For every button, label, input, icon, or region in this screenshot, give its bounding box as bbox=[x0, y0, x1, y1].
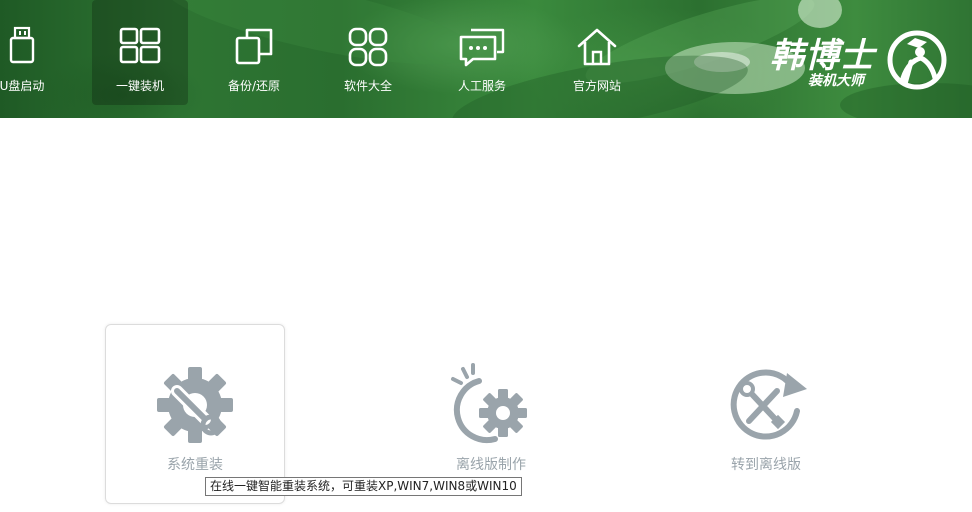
card-label: 离线版制作 bbox=[456, 457, 526, 473]
nav-software[interactable]: 软件大全 bbox=[320, 0, 416, 105]
home-icon bbox=[577, 28, 617, 66]
card-switch-offline[interactable]: 转到离线版 bbox=[676, 324, 856, 504]
apps-grid-icon bbox=[348, 27, 388, 67]
copy-icon bbox=[235, 28, 273, 65]
nav-label: 软件大全 bbox=[343, 79, 392, 93]
nav-official-site[interactable]: 官方网站 bbox=[549, 0, 645, 105]
card-label: 转到离线版 bbox=[731, 457, 801, 473]
nav-usb-boot[interactable]: U盘启动 bbox=[0, 0, 70, 105]
top-banner: U盘启动 一键装机 备份/还原 软件大全 人工服务 官方网站 韩博士 装机大师 bbox=[0, 0, 972, 118]
nav-label: 官方网站 bbox=[572, 79, 621, 93]
gear-wrench-icon bbox=[157, 367, 233, 443]
offline-gear-icon bbox=[451, 363, 527, 444]
nav-backup-restore[interactable]: 备份/还原 bbox=[206, 0, 302, 105]
usb-drive-icon bbox=[9, 26, 35, 64]
nav-manual-service[interactable]: 人工服务 bbox=[434, 0, 530, 105]
nav-label: 备份/还原 bbox=[227, 79, 281, 93]
feature-tooltip: 在线一键智能重装系统，可重装XP,WIN7,WIN8或WIN10 bbox=[205, 477, 522, 496]
nav-label: 一键装机 bbox=[115, 79, 164, 93]
chat-icon bbox=[459, 28, 505, 67]
brand-subtitle: 装机大师 bbox=[808, 73, 864, 89]
nav-label: 人工服务 bbox=[457, 79, 506, 93]
tools-refresh-icon bbox=[730, 369, 807, 440]
nav-one-click-install[interactable]: 一键装机 bbox=[92, 0, 188, 105]
card-label: 系统重装 bbox=[167, 457, 223, 473]
brand-logo-area: 韩博士 装机大师 bbox=[770, 28, 970, 92]
windows-icon bbox=[119, 27, 161, 64]
doctor-logo-icon bbox=[887, 30, 947, 90]
nav-label: U盘启动 bbox=[0, 79, 45, 93]
